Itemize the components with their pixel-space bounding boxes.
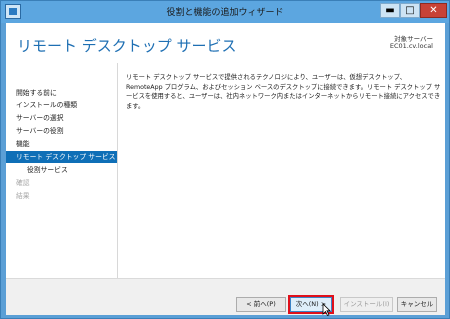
close-button[interactable]: ✕	[420, 3, 447, 18]
nav-item-role-services[interactable]: 役割サービス	[6, 164, 117, 176]
wizard-footer: < 前へ(P) 次へ(N) > インストール(I) キャンセル	[6, 278, 445, 316]
minimize-button[interactable]: ▬	[380, 3, 400, 18]
previous-button[interactable]: < 前へ(P)	[236, 297, 286, 312]
nav-item-confirmation: 確認	[16, 179, 30, 187]
nav-item-remote-desktop-services[interactable]: リモート デスクトップ サービス	[6, 151, 117, 163]
wizard-client-area: リモート デスクトップ サービス 対象サーバー EC01.cv.local 開始…	[6, 23, 445, 316]
nav-item-installation-type[interactable]: インストールの種類	[6, 99, 117, 111]
nav-item-results: 結果	[16, 192, 30, 200]
rds-description: リモート デスクトップ サービスで提供されるテクノロジにより、ユーザーは、仮想デ…	[126, 74, 441, 110]
wizard-window: 役割と機能の追加ウィザード ▬ □ ✕ リモート デスクトップ サービス 対象サ…	[0, 0, 450, 319]
nav-item-features[interactable]: 機能	[6, 138, 117, 150]
page-title: リモート デスクトップ サービス	[17, 37, 237, 55]
wizard-content: リモート デスクトップ サービスで提供されるテクノロジにより、ユーザーは、仮想デ…	[117, 63, 445, 278]
maximize-button[interactable]: □	[400, 3, 420, 18]
title-bar[interactable]: 役割と機能の追加ウィザード ▬ □ ✕	[1, 1, 449, 23]
mouse-pointer-icon	[322, 303, 331, 316]
wizard-step-nav: 開始する前に インストールの種類 サーバーの選択 サーバーの役割 機能 リモート…	[6, 63, 117, 278]
cancel-button[interactable]: キャンセル	[397, 297, 437, 312]
install-button: インストール(I)	[340, 297, 393, 312]
nav-item-before-you-begin[interactable]: 開始する前に	[6, 87, 117, 99]
target-server-name: EC01.cv.local	[389, 42, 433, 50]
nav-item-server-roles[interactable]: サーバーの役割	[6, 125, 117, 137]
wizard-header: リモート デスクトップ サービス 対象サーバー EC01.cv.local	[6, 23, 445, 63]
nav-item-server-selection[interactable]: サーバーの選択	[6, 112, 117, 124]
